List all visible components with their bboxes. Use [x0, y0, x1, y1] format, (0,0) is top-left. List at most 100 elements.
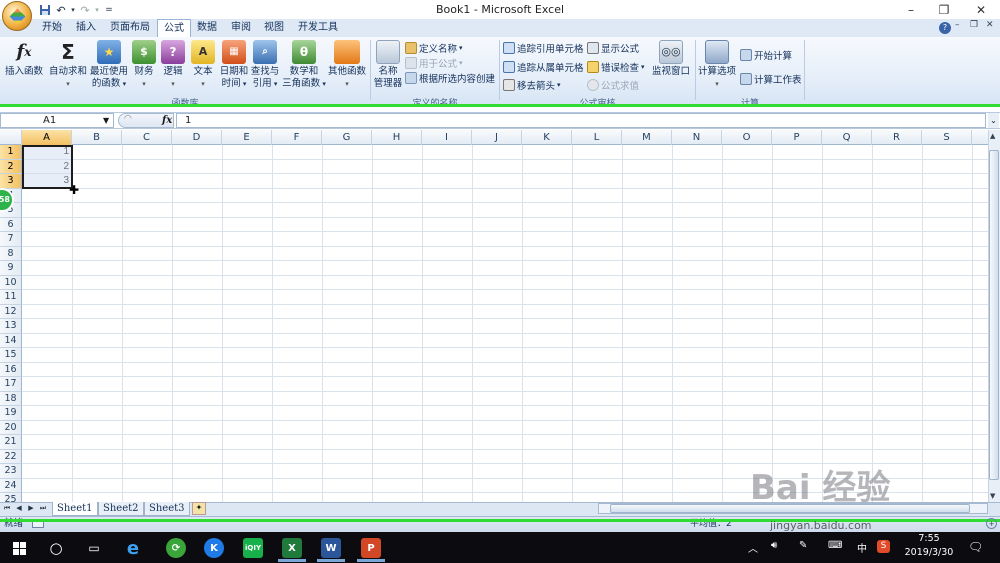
remove-arrows-button[interactable]: 移去箭头 ▾ [503, 77, 561, 93]
calc-options-button[interactable]: 计算选项 ▾ [697, 40, 737, 90]
row-header-15[interactable]: 15 [0, 348, 22, 363]
column-header-n[interactable]: N [672, 130, 722, 145]
tab-data[interactable]: 数据 [191, 19, 223, 37]
powerpoint-icon[interactable]: P [361, 538, 381, 558]
datetime-button[interactable]: ▦ 日期和 时间 ▾ [219, 40, 249, 90]
watch-window-button[interactable]: ◎◎ 监视窗口 [650, 40, 692, 78]
row-header-11[interactable]: 11 [0, 290, 22, 305]
row-header-18[interactable]: 18 [0, 391, 22, 406]
define-name-button[interactable]: 定义名称 ▾ [405, 40, 463, 56]
name-box-dropdown-icon[interactable]: ▼ [103, 113, 109, 128]
row-header-9[interactable]: 9 [0, 261, 22, 276]
column-header-h[interactable]: H [372, 130, 422, 145]
row-header-17[interactable]: 17 [0, 377, 22, 392]
row-header-8[interactable]: 8 [0, 246, 22, 261]
volume-icon[interactable]: 🔊︎ [771, 540, 777, 551]
minimize-button[interactable]: – [896, 1, 926, 18]
tab-view[interactable]: 视图 [258, 19, 290, 37]
column-header-q[interactable]: Q [822, 130, 872, 145]
ribbon-minimize-icon[interactable]: – [955, 20, 960, 30]
insert-sheet-icon[interactable]: ✦ [192, 502, 206, 515]
row-header-14[interactable]: 14 [0, 333, 22, 348]
ie-icon[interactable]: e [123, 538, 143, 559]
column-header-k[interactable]: K [522, 130, 572, 145]
word-icon[interactable]: W [321, 538, 341, 558]
name-box[interactable]: A1 [0, 113, 114, 128]
keyboard-icon[interactable]: ⌨ [828, 540, 842, 551]
evaluate-formula-button[interactable]: 公式求值 [587, 77, 639, 93]
column-header-m[interactable]: M [622, 130, 672, 145]
clock-date[interactable]: 2019/3/30 [900, 547, 958, 558]
pen-icon[interactable]: ✎ [799, 540, 807, 551]
row-header-7[interactable]: 7 [0, 232, 22, 247]
select-all-button[interactable] [0, 130, 22, 145]
windows-icon[interactable] [8, 537, 30, 559]
close-button[interactable]: ✕ [966, 1, 996, 18]
sheet-tab-sheet2[interactable]: Sheet2 [98, 502, 144, 516]
collapse-icon[interactable]: ◠ [124, 114, 132, 124]
autosum-button[interactable]: Σ 自动求和 ▾ [48, 40, 88, 90]
excel-icon[interactable]: X [282, 538, 302, 558]
row-header-23[interactable]: 23 [0, 464, 22, 479]
column-header-g[interactable]: G [322, 130, 372, 145]
row-header-22[interactable]: 22 [0, 449, 22, 464]
calc-now-button[interactable]: 开始计算 [740, 47, 792, 63]
trace-precedents-button[interactable]: 追踪引用单元格 [503, 40, 584, 56]
selection-range[interactable] [22, 145, 73, 189]
formula-input[interactable]: 1 [176, 113, 986, 128]
row-header-16[interactable]: 16 [0, 362, 22, 377]
column-header-f[interactable]: F [272, 130, 322, 145]
column-header-s[interactable]: S [922, 130, 972, 145]
sheet-first-icon[interactable]: ⏮ [2, 502, 12, 515]
scroll-down-icon[interactable]: ▼ [990, 492, 995, 500]
more-functions-button[interactable]: 其他函数 ▾ [327, 40, 367, 90]
trace-dependents-button[interactable]: 追踪从属单元格 [503, 59, 584, 75]
tab-review[interactable]: 审阅 [225, 19, 257, 37]
sogou-input-icon[interactable]: S [877, 540, 890, 553]
row-header-19[interactable]: 19 [0, 406, 22, 421]
column-header-e[interactable]: E [222, 130, 272, 145]
tray-chevron-up-icon[interactable]: ︿ [748, 540, 758, 555]
sheet-last-icon[interactable]: ⏭ [38, 502, 48, 515]
calc-sheet-button[interactable]: 计算工作表 [740, 71, 802, 87]
text-button[interactable]: A 文本 ▾ [191, 40, 215, 90]
360-icon[interactable]: ⟳ [166, 538, 186, 558]
show-formulas-button[interactable]: 显示公式 [587, 40, 639, 56]
row-header-1[interactable]: 1 [0, 145, 22, 160]
column-header-l[interactable]: L [572, 130, 622, 145]
financial-button[interactable]: $ 财务 ▾ [132, 40, 156, 90]
task-view-icon[interactable]: ▭ [83, 537, 105, 559]
sheet-tab-sheet1[interactable]: Sheet1 [52, 502, 98, 516]
insert-function-button[interactable]: fx 插入函数 [4, 40, 44, 78]
formula-expand-icon[interactable]: ⌄ [988, 113, 999, 128]
row-header-24[interactable]: 24 [0, 478, 22, 493]
insert-function-fx-icon[interactable]: fx [162, 113, 172, 128]
row-header-21[interactable]: 21 [0, 435, 22, 450]
vertical-scroll-thumb[interactable] [989, 150, 999, 480]
use-in-formula-button[interactable]: 用于公式 ▾ [405, 55, 463, 71]
create-from-selection-button[interactable]: 根据所选内容创建 [405, 70, 495, 86]
scroll-up-icon[interactable]: ▲ [990, 132, 995, 140]
sheet-prev-icon[interactable]: ◀ [14, 502, 24, 515]
name-manager-button[interactable]: 名称 管理器 [372, 40, 404, 90]
column-header-b[interactable]: B [72, 130, 122, 145]
column-header-d[interactable]: D [172, 130, 222, 145]
clock-time[interactable]: 7:55 [904, 533, 954, 544]
row-header-20[interactable]: 20 [0, 420, 22, 435]
recent-functions-button[interactable]: ★ 最近使用 的函数 ▾ [88, 40, 130, 90]
logical-button[interactable]: ? 逻辑 ▾ [161, 40, 185, 90]
row-header-13[interactable]: 13 [0, 319, 22, 334]
sheet-tab-sheet3[interactable]: Sheet3 [144, 502, 190, 516]
cortana-icon[interactable]: ○ [45, 537, 67, 559]
column-header-o[interactable]: O [722, 130, 772, 145]
row-header-2[interactable]: 2 [0, 159, 22, 174]
sheet-next-icon[interactable]: ▶ [26, 502, 36, 515]
iqiyi-icon[interactable]: iQIY [243, 538, 263, 558]
kugou-icon[interactable]: K [204, 538, 224, 558]
tab-developer[interactable]: 开发工具 [292, 19, 344, 37]
ribbon-close-icon[interactable]: ✕ [986, 20, 994, 30]
tab-insert[interactable]: 插入 [70, 19, 102, 37]
tab-home[interactable]: 开始 [36, 19, 68, 37]
help-icon[interactable]: ? [939, 22, 951, 34]
input-language[interactable]: 中 [857, 540, 867, 555]
